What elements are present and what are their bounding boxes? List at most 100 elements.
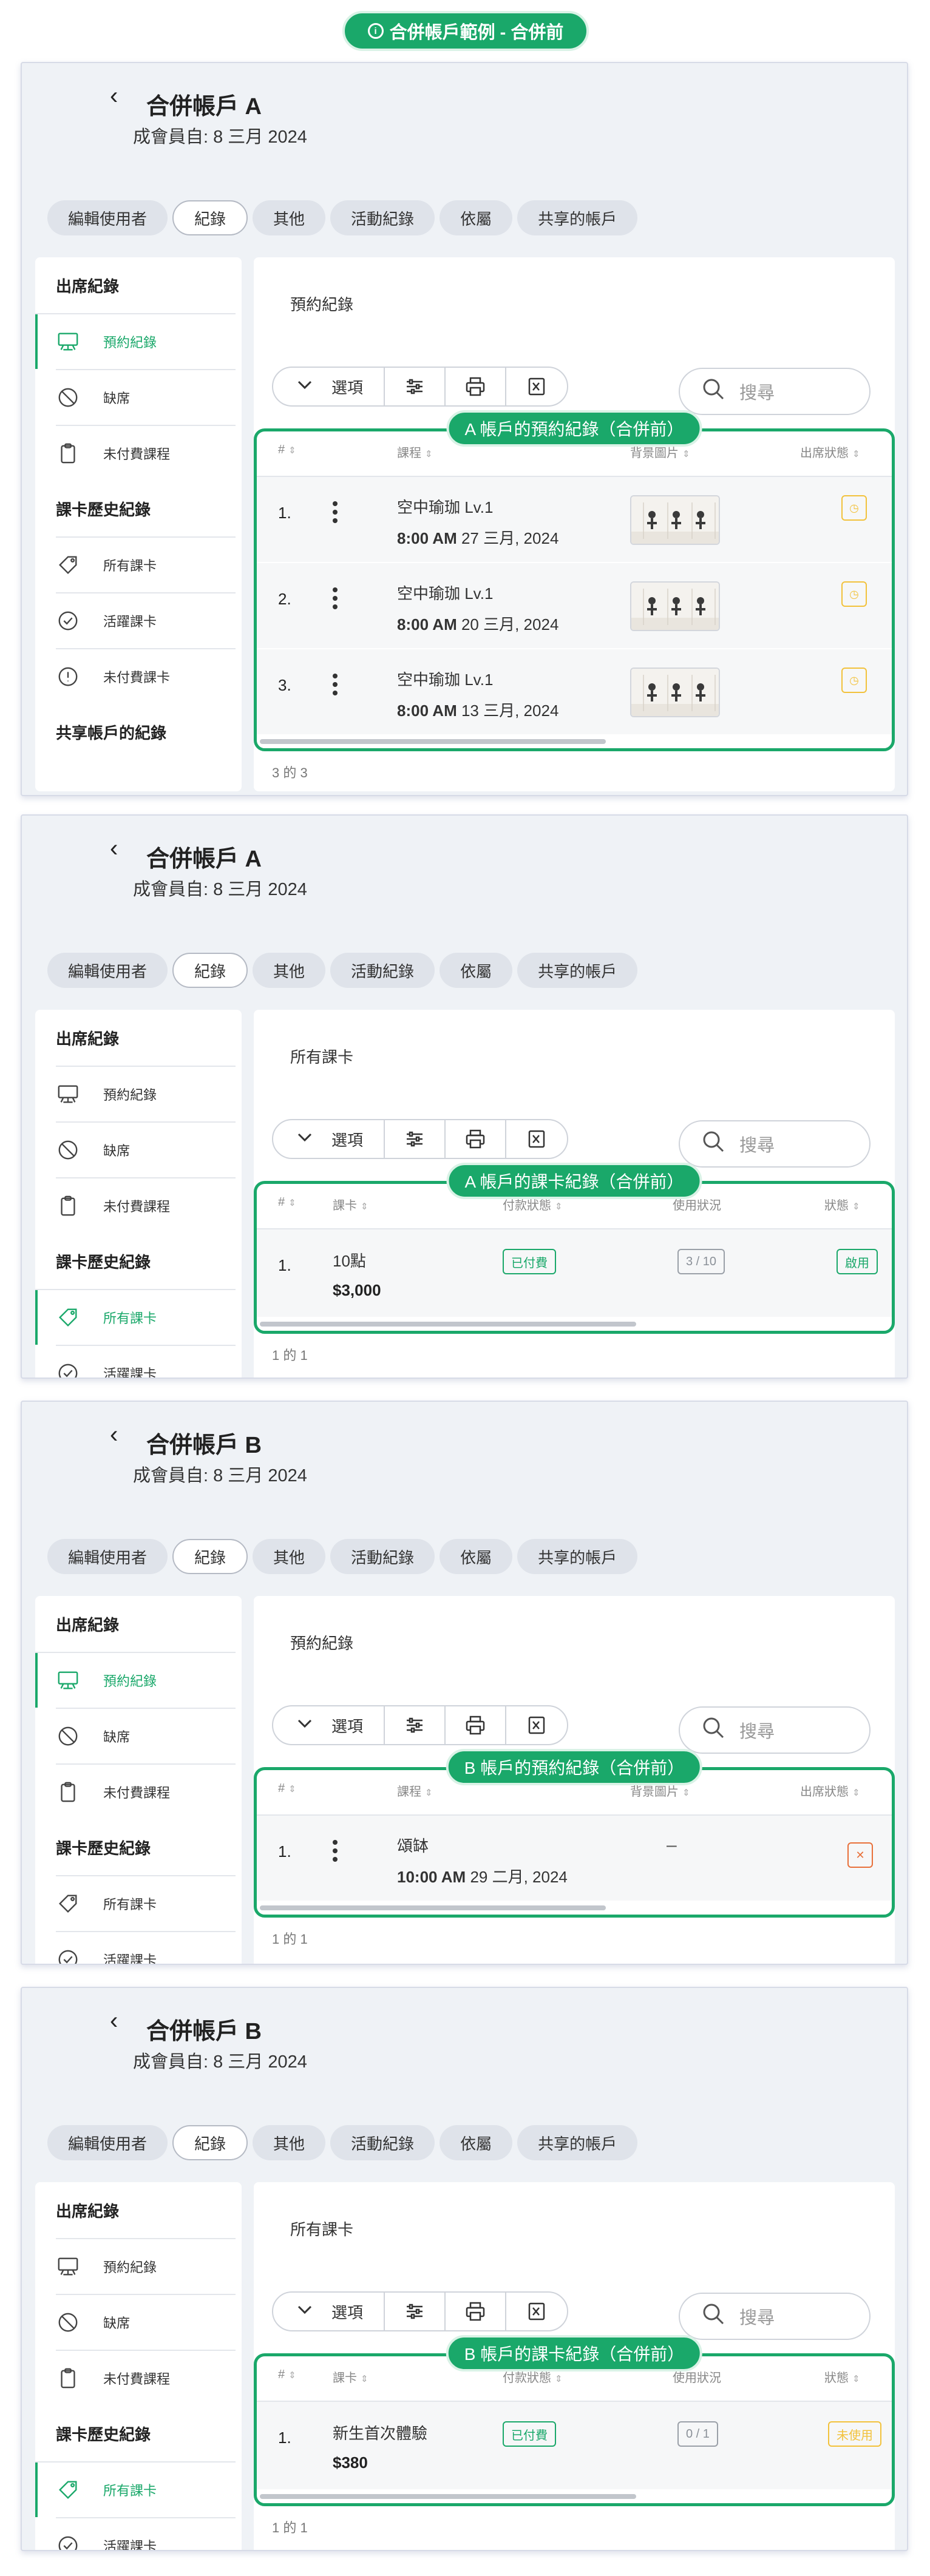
chevron-left-icon[interactable]: ‹	[110, 1422, 118, 1447]
tab-edit-user[interactable]: 編輯使用者	[47, 200, 168, 235]
tab-activity[interactable]: 活動紀錄	[330, 1539, 435, 1574]
column-header-status[interactable]: 狀態 ⇕	[824, 1195, 860, 1213]
tab-dependents[interactable]: 依屬	[440, 2125, 513, 2160]
clock-icon[interactable]: ◷	[841, 668, 867, 693]
sidebar-item-bookings[interactable]: 預約紀錄	[56, 1066, 236, 1121]
sidebar-item-bookings[interactable]: 預約紀錄	[56, 2238, 236, 2294]
horizontal-scrollbar[interactable]	[260, 1905, 606, 1910]
tab-activity[interactable]: 活動紀錄	[330, 2125, 435, 2160]
tab-shared-accounts[interactable]: 共享的帳戶	[517, 953, 638, 988]
more-vertical-icon[interactable]	[331, 587, 339, 609]
clock-icon[interactable]: ◷	[841, 495, 867, 521]
search-input[interactable]: 搜尋	[679, 1706, 871, 1754]
tab-shared-accounts[interactable]: 共享的帳戶	[517, 200, 638, 235]
sidebar-item-unpaid-cards[interactable]: 未付費課卡	[56, 648, 236, 704]
tab-activity[interactable]: 活動紀錄	[330, 953, 435, 988]
column-header-num[interactable]: # ⇕	[278, 443, 296, 457]
print-icon[interactable]	[446, 1706, 506, 1744]
column-header-num[interactable]: # ⇕	[278, 1195, 296, 1209]
horizontal-scrollbar[interactable]	[260, 2494, 636, 2499]
table-row[interactable]: 3. 空中瑜珈 Lv.1 8:00 AM 13 三月, 2024 ◷	[254, 649, 895, 735]
x-icon[interactable]: ✕	[847, 1842, 873, 1868]
tab-shared-accounts[interactable]: 共享的帳戶	[517, 1539, 638, 1574]
excel-icon[interactable]	[506, 2293, 567, 2330]
tab-records[interactable]: 紀錄	[172, 953, 248, 988]
tab-dependents[interactable]: 依屬	[440, 953, 513, 988]
table-row[interactable]: 1. 空中瑜珈 Lv.1 8:00 AM 27 三月, 2024 ◷	[254, 477, 895, 563]
more-vertical-icon[interactable]	[331, 1840, 339, 1862]
more-vertical-icon[interactable]	[331, 501, 339, 523]
sidebar-item-unpaid-classes[interactable]: 未付費課程	[56, 1177, 236, 1233]
sidebar-item-unpaid-classes[interactable]: 未付費課程	[56, 425, 236, 481]
course-thumbnail[interactable]	[630, 668, 720, 717]
horizontal-scrollbar[interactable]	[260, 1322, 636, 1327]
tab-dependents[interactable]: 依屬	[440, 200, 513, 235]
excel-icon[interactable]	[506, 368, 567, 405]
chevron-left-icon[interactable]: ‹	[110, 2009, 118, 2033]
search-input[interactable]: 搜尋	[679, 368, 871, 415]
more-vertical-icon[interactable]	[331, 674, 339, 695]
tab-other[interactable]: 其他	[253, 200, 326, 235]
tab-records[interactable]: 紀錄	[172, 200, 248, 235]
clock-icon[interactable]: ◷	[841, 581, 867, 607]
options-dropdown[interactable]: 選項	[273, 2293, 385, 2330]
tab-records[interactable]: 紀錄	[172, 2125, 248, 2160]
search-input[interactable]: 搜尋	[679, 1120, 871, 1168]
column-header-course[interactable]: 課程 ⇕	[397, 1782, 433, 1799]
sliders-icon[interactable]	[385, 1120, 446, 1158]
sidebar-item-absences[interactable]: 缺席	[56, 1708, 236, 1763]
table-row[interactable]: 1. 頌缽 10:00 AM 29 二月, 2024 – ✕	[254, 1816, 895, 1902]
sidebar-item-unpaid-classes[interactable]: 未付費課程	[56, 1763, 236, 1819]
sidebar-item-absences[interactable]: 缺席	[56, 369, 236, 425]
column-header-course[interactable]: 課程 ⇕	[397, 443, 433, 461]
sidebar-item-active-cards[interactable]: 活躍課卡	[56, 2517, 236, 2550]
sidebar-item-active-cards[interactable]: 活躍課卡	[56, 1345, 236, 1378]
column-header-num[interactable]: # ⇕	[278, 2368, 296, 2382]
sidebar-item-active-cards[interactable]: 活躍課卡	[56, 592, 236, 648]
sidebar-item-absences[interactable]: 缺席	[56, 1121, 236, 1177]
sidebar-item-unpaid-classes[interactable]: 未付費課程	[56, 2350, 236, 2405]
tab-edit-user[interactable]: 編輯使用者	[47, 2125, 168, 2160]
column-header-status[interactable]: 狀態 ⇕	[824, 2368, 860, 2385]
tab-records[interactable]: 紀錄	[172, 1539, 248, 1574]
sliders-icon[interactable]	[385, 1706, 446, 1744]
course-thumbnail[interactable]	[630, 581, 720, 631]
search-input[interactable]: 搜尋	[679, 2293, 871, 2340]
table-row[interactable]: 2. 空中瑜珈 Lv.1 8:00 AM 20 三月, 2024 ◷	[254, 563, 895, 649]
print-icon[interactable]	[446, 2293, 506, 2330]
sidebar-item-all-cards[interactable]: 所有課卡	[56, 1875, 236, 1931]
column-header-attendance-status[interactable]: 出席狀態 ⇕	[800, 1782, 860, 1799]
column-header-num[interactable]: # ⇕	[278, 1782, 296, 1796]
course-thumbnail[interactable]	[630, 495, 720, 545]
column-header-attendance-status[interactable]: 出席狀態 ⇕	[800, 443, 860, 461]
sidebar-item-bookings[interactable]: 預約紀錄	[35, 1652, 236, 1708]
sidebar-item-all-cards[interactable]: 所有課卡	[56, 536, 236, 592]
options-dropdown[interactable]: 選項	[273, 1706, 385, 1744]
sidebar-item-bookings[interactable]: 預約紀錄	[35, 313, 236, 369]
chevron-left-icon[interactable]: ‹	[110, 84, 118, 108]
tab-other[interactable]: 其他	[253, 2125, 326, 2160]
table-row[interactable]: 1. 新生首次體驗 $380 已付費 0 / 1 未使用	[254, 2402, 895, 2490]
sliders-icon[interactable]	[385, 368, 446, 405]
options-dropdown[interactable]: 選項	[273, 368, 385, 405]
column-header-card[interactable]: 課卡 ⇕	[333, 2368, 368, 2385]
tab-other[interactable]: 其他	[253, 953, 326, 988]
table-row[interactable]: 1. 10點 $3,000 已付費 3 / 10 啟用	[254, 1229, 895, 1318]
sidebar-item-all-cards[interactable]: 所有課卡	[35, 2461, 236, 2517]
sidebar-item-all-cards[interactable]: 所有課卡	[35, 1289, 236, 1345]
tab-edit-user[interactable]: 編輯使用者	[47, 953, 168, 988]
print-icon[interactable]	[446, 1120, 506, 1158]
options-dropdown[interactable]: 選項	[273, 1120, 385, 1158]
chevron-left-icon[interactable]: ‹	[110, 836, 118, 860]
tab-edit-user[interactable]: 編輯使用者	[47, 1539, 168, 1574]
sliders-icon[interactable]	[385, 2293, 446, 2330]
excel-icon[interactable]	[506, 1706, 567, 1744]
sidebar-item-active-cards[interactable]: 活躍課卡	[56, 1931, 236, 1964]
tab-shared-accounts[interactable]: 共享的帳戶	[517, 2125, 638, 2160]
tab-other[interactable]: 其他	[253, 1539, 326, 1574]
print-icon[interactable]	[446, 368, 506, 405]
horizontal-scrollbar[interactable]	[260, 739, 606, 744]
sidebar-item-absences[interactable]: 缺席	[56, 2294, 236, 2350]
excel-icon[interactable]	[506, 1120, 567, 1158]
tab-activity[interactable]: 活動紀錄	[330, 200, 435, 235]
